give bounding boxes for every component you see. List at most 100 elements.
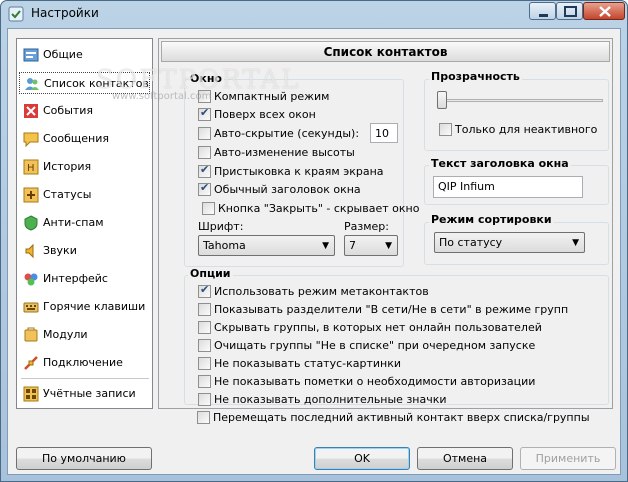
caption-text-input[interactable]: QIP Infium [433,176,583,198]
checkbox-box[interactable] [198,303,211,316]
sidebar-item-modules[interactable]: Модули [19,324,150,346]
checkbox-label: Поверх всех окон [214,108,316,121]
checkbox-box[interactable] [198,283,211,298]
general-icon [23,48,39,62]
sidebar-item-hotkeys[interactable]: Горячие клавиши [19,296,150,318]
font-label: Шрифт: [198,220,244,233]
checkbox-label: Пристыковка к краям экрана [214,165,384,178]
cancel-button[interactable]: Отмена [417,447,513,470]
sidebar-item-label: Общие [43,48,83,61]
transparency-slider-track[interactable] [438,99,603,102]
statuses-icon [23,187,39,203]
sidebar-item-label: Подключение [43,356,123,369]
history-icon: H [23,159,39,175]
sidebar-item-messages[interactable]: Сообщения [19,128,150,150]
sidebar-item-label: Список контактов [44,77,149,90]
minimize-icon [539,14,548,17]
transparency-group-title: Прозрачность [429,70,522,83]
checkbox-label: Не показывать дополнительные значки [214,393,447,406]
apply-button[interactable]: Применить [520,447,616,470]
checkbox-box[interactable] [198,375,211,388]
checkbox-box[interactable] [202,202,215,215]
checkbox-label: Компактный режим [214,90,330,103]
checkbox-box[interactable] [198,127,211,140]
options-group-title: Опции [188,267,233,280]
contact-list-icon [25,78,39,90]
checkbox-box[interactable] [198,339,211,352]
checkbox-box[interactable] [198,321,211,334]
checkbox-box[interactable] [198,357,211,370]
modules-icon [24,327,38,342]
checkbox-box[interactable] [198,146,211,159]
accounts-icon [23,386,39,402]
maximize-button[interactable] [556,2,583,20]
checkbox-label: Не показывать статус-картинки [214,357,402,370]
sidebar-item-antispam[interactable]: Анти-спам [19,212,150,234]
sidebar-item-label: Интерфейс [43,272,108,285]
title-bar[interactable]: Настройки [1,1,627,27]
settings-panel: Список контактов Окно Компактный режим П… [158,38,613,409]
sidebar-item-contact-list[interactable]: Список контактов [19,72,150,94]
messages-icon [23,132,39,147]
checkbox-label: Не показывать пометки о необходимости ав… [214,375,536,388]
size-label: Размер: [344,220,389,233]
checkbox-label: Очищать группы "Не в списке" при очередн… [214,339,536,352]
sidebar-item-interface[interactable]: Интерфейс [19,268,150,290]
checkbox-box[interactable] [198,181,211,196]
sidebar-item-history[interactable]: H История [19,156,150,178]
font-select[interactable]: Tahoma ▼ [198,235,335,256]
checkbox-label: Использовать режим метаконтактов [214,285,429,298]
sidebar-item-label: Горячие клавиши [43,300,146,313]
sidebar-item-connection[interactable]: Подключение [19,352,150,374]
minimize-button[interactable] [529,2,556,20]
checkbox-box[interactable] [198,393,211,406]
checkbox-box[interactable] [439,123,452,136]
size-select-value: 7 [349,239,356,252]
sidebar-item-statuses[interactable]: Статусы [19,184,150,206]
sidebar-item-sounds[interactable]: Звуки [19,240,150,262]
close-button[interactable] [583,2,625,20]
checkbox-box[interactable] [198,106,211,121]
size-select[interactable]: 7 ▼ [344,235,398,256]
font-select-value: Tahoma [203,239,246,252]
antispam-icon [24,215,38,231]
checkbox-label: Показывать разделители "В сети/Не в сети… [214,303,569,316]
svg-text:H: H [27,163,35,174]
sidebar-item-label: Сообщения [43,132,110,145]
ok-button[interactable]: OK [314,447,410,470]
sidebar-item-label: Модули [43,328,88,341]
checkbox-box[interactable] [197,411,210,424]
sounds-icon [25,243,34,259]
sidebar-item-label: Статусы [43,188,92,201]
sort-mode-select[interactable]: По статусу ▼ [434,232,585,253]
settings-window: Настройки Общие Список контактов События [0,0,628,482]
sort-mode-value: По статусу [439,236,503,249]
sidebar-item-label: События [43,104,94,117]
defaults-button[interactable]: По умолчанию [16,447,152,470]
chevron-down-icon: ▼ [572,238,579,248]
app-icon [8,6,24,22]
sidebar-item-label: Звуки [43,244,77,257]
checkbox-box[interactable] [198,163,211,178]
autohide-seconds-input[interactable]: 10 [370,123,398,143]
settings-sidebar: Общие Список контактов События Сообщения… [16,38,153,409]
maximize-icon [564,6,577,17]
sidebar-item-general[interactable]: Общие [19,44,150,66]
checkbox-label: Только для неактивного [455,123,598,136]
checkbox-label: Авто-скрытие (секунды): [214,127,360,140]
checkbox-label: Перемещать последний активный контакт вв… [213,411,590,424]
checkbox-label: Кнопка "Закрыть" - скрывает окно [218,202,420,215]
sidebar-item-events[interactable]: События [19,100,150,122]
dialog-client: Общие Список контактов События Сообщения… [7,28,621,475]
checkbox-label: Авто-изменение высоты [214,146,355,159]
sidebar-item-accounts[interactable]: Учётные записи [19,383,150,405]
connection-icon [24,356,38,370]
sort-mode-group-title: Режим сортировки [429,213,554,226]
close-icon [599,6,611,17]
checkbox-box[interactable] [198,90,211,103]
panel-title: Список контактов [161,41,610,62]
window-title: Настройки [31,6,99,20]
transparency-slider-thumb[interactable] [437,91,447,109]
chevron-down-icon: ▼ [385,241,392,251]
checkbox-label: Скрывать группы, в которых нет онлайн по… [214,321,542,334]
